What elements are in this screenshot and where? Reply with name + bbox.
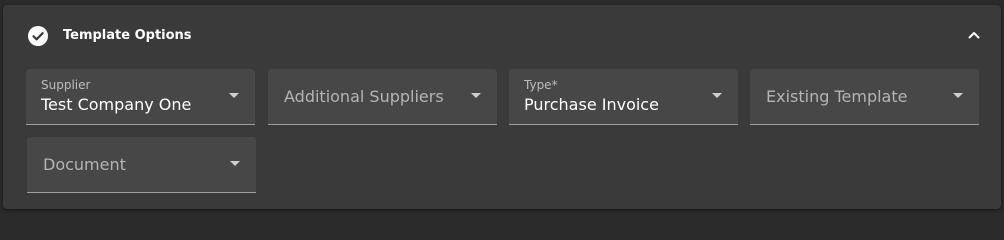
panel-header[interactable]: Template Options: [3, 5, 1001, 65]
caret-down-icon: [230, 161, 240, 166]
caret-down-icon: [229, 93, 239, 98]
supplier-value: Test Company One: [41, 95, 192, 114]
existing-template-select[interactable]: Existing Template: [750, 69, 979, 125]
additional-suppliers-placeholder: Additional Suppliers: [284, 87, 444, 106]
document-select[interactable]: Document: [27, 137, 256, 193]
caret-down-icon: [953, 93, 963, 98]
type-select[interactable]: Type* Purchase Invoice: [509, 69, 738, 125]
additional-suppliers-select[interactable]: Additional Suppliers: [268, 69, 497, 125]
type-label: Type*: [524, 78, 558, 92]
template-options-panel: Template Options Supplier Test Company O…: [3, 5, 1001, 209]
supplier-select[interactable]: Supplier Test Company One: [26, 69, 255, 125]
existing-template-placeholder: Existing Template: [766, 87, 908, 106]
check-circle-icon: [28, 26, 48, 46]
chevron-up-icon[interactable]: [964, 25, 984, 45]
document-placeholder: Document: [43, 155, 126, 174]
panel-title: Template Options: [63, 28, 192, 43]
caret-down-icon: [471, 93, 481, 98]
supplier-label: Supplier: [41, 78, 91, 92]
caret-down-icon: [712, 93, 722, 98]
type-value: Purchase Invoice: [524, 95, 659, 114]
